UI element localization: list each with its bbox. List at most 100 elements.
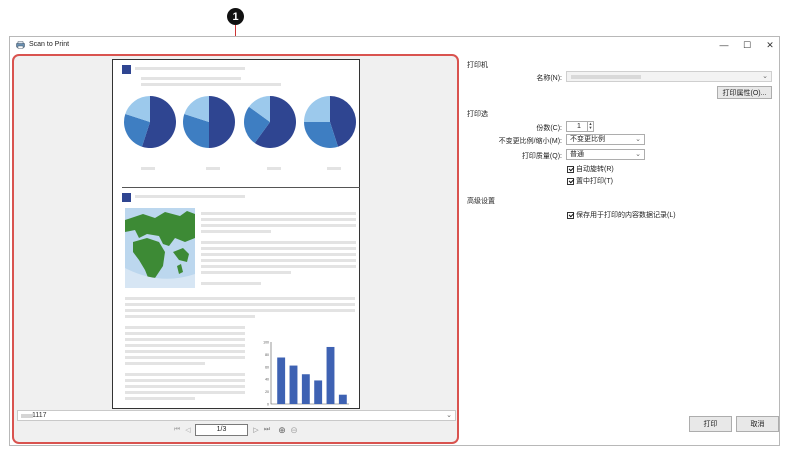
- window-title: Scan to Print: [29, 41, 70, 48]
- last-page-icon[interactable]: ⏭: [262, 425, 272, 435]
- blurred-text: [125, 332, 245, 335]
- blurred-text: [201, 218, 356, 221]
- chevron-down-icon: ⌄: [446, 412, 452, 419]
- bar: [289, 365, 298, 404]
- zoom-out-icon[interactable]: ⊖: [289, 425, 299, 435]
- blurred-text: [201, 230, 271, 233]
- first-page-icon[interactable]: ⏮: [172, 425, 182, 435]
- pie-slice: [209, 96, 235, 148]
- next-page-icon[interactable]: ▷: [251, 425, 261, 435]
- bar: [326, 346, 335, 404]
- checkbox-checked-icon: [567, 177, 574, 185]
- page-number-input[interactable]: 1/3: [195, 424, 248, 436]
- bar: [314, 380, 323, 404]
- pie-slice: [304, 96, 330, 122]
- print-preview-pane: 100 80 60 40 20 0 1117 ⌄ ⏮ ◁ 1/3 ▷ ⏭ ⊕ ⊖: [12, 54, 459, 444]
- y-tick-label: 0: [267, 403, 269, 407]
- save-data-label: 保存用于打印的内容数据记录(L): [576, 212, 676, 219]
- printer-name-label: 名称(N):: [536, 75, 562, 82]
- print-quality-select[interactable]: 普通 ⌄: [566, 149, 645, 160]
- print-quality-label: 打印质量(Q):: [521, 153, 562, 160]
- bar: [338, 394, 347, 404]
- print-options-section-label: 打印选: [467, 111, 488, 118]
- blurred-text: [201, 241, 356, 244]
- blurred-text: [125, 338, 245, 341]
- minimize-button[interactable]: —: [714, 38, 734, 52]
- checkbox-checked-icon: [567, 211, 574, 219]
- printer-name-select[interactable]: ⌄: [566, 71, 772, 82]
- scan-to-print-window: Scan to Print — ☐ ✕ 100 80 60 40 20 0 11…: [9, 36, 780, 446]
- y-tick-label: 60: [265, 365, 269, 369]
- pie-caption: [327, 167, 341, 170]
- save-data-checkbox[interactable]: 保存用于打印的内容数据记录(L): [567, 210, 676, 220]
- copies-value: 1: [577, 123, 581, 130]
- prev-page-icon[interactable]: ◁: [183, 425, 193, 435]
- blurred-heading: [135, 67, 245, 70]
- chevron-down-icon: ⌄: [635, 151, 641, 158]
- blurred-text: [125, 362, 205, 365]
- blurred-text: [125, 297, 355, 300]
- app-icon: [16, 41, 25, 49]
- blurred-heading: [135, 195, 245, 198]
- blurred-text: [201, 259, 356, 262]
- center-print-checkbox[interactable]: 置中打印(T): [567, 176, 613, 186]
- blurred-text: [201, 247, 356, 250]
- scale-select[interactable]: 不变更比例 ⌄: [566, 134, 645, 145]
- pie-caption: [206, 167, 220, 170]
- scale-label: 不变更比例/缩小(M):: [498, 138, 562, 145]
- advanced-section-label: 高级设置: [467, 198, 495, 205]
- blurred-text: [125, 385, 245, 388]
- center-print-label: 置中打印(T): [576, 178, 613, 185]
- blurred-text: [201, 271, 291, 274]
- y-tick-label: 40: [265, 378, 269, 382]
- cancel-button[interactable]: 取消: [736, 416, 779, 432]
- blurred-printer-name: [571, 75, 641, 79]
- print-properties-button[interactable]: 打印属性(O)...: [717, 86, 772, 99]
- blurred-text: [141, 83, 281, 86]
- blurred-text: [125, 379, 245, 382]
- world-map-image: [125, 208, 195, 288]
- spin-arrows-icon[interactable]: ▲ ▼: [587, 122, 593, 131]
- bar: [301, 374, 310, 404]
- file-select-value: 1117: [32, 412, 47, 419]
- chevron-down-icon: ⌄: [635, 136, 641, 143]
- blurred-text: [201, 265, 356, 268]
- pie-caption: [141, 167, 155, 170]
- auto-rotate-label: 自动旋转(R): [576, 166, 614, 173]
- blurred-text: [125, 350, 245, 353]
- title-bar: Scan to Print — ☐ ✕: [10, 37, 779, 53]
- blurred-text: [125, 315, 255, 318]
- maximize-button[interactable]: ☐: [737, 38, 757, 52]
- blurred-text: [125, 373, 245, 376]
- blurred-text: [125, 326, 245, 329]
- blurred-text: [201, 224, 356, 227]
- blurred-text: [141, 77, 241, 80]
- blurred-text: [125, 309, 355, 312]
- printer-section-label: 打印机: [467, 62, 488, 69]
- bar: [277, 357, 286, 404]
- print-button[interactable]: 打印: [689, 416, 732, 432]
- y-tick-label: 100: [263, 341, 269, 345]
- divider: [122, 187, 360, 188]
- y-tick-label: 80: [265, 353, 269, 357]
- chevron-down-icon: ⌄: [762, 73, 768, 80]
- print-quality-value: 普通: [570, 151, 584, 158]
- blurred-text: [125, 344, 245, 347]
- file-select[interactable]: 1117 ⌄: [17, 410, 456, 421]
- blurred-text: [201, 253, 356, 256]
- y-tick-label: 20: [265, 390, 269, 394]
- blurred-text: [125, 391, 245, 394]
- blurred-file-prefix: [21, 414, 33, 418]
- preview-page: 100 80 60 40 20 0: [112, 59, 360, 409]
- bar-chart: 100 80 60 40 20 0: [263, 341, 349, 407]
- scale-value: 不变更比例: [570, 136, 605, 143]
- print-settings-pane: 打印机 名称(N): ⌄ 打印属性(O)... 打印选 份数(C): 1 ▲ ▼ …: [460, 54, 779, 444]
- copies-stepper[interactable]: 1 ▲ ▼: [566, 121, 594, 132]
- blurred-text: [125, 356, 245, 359]
- auto-rotate-checkbox[interactable]: 自动旋转(R): [567, 164, 614, 174]
- blurred-text: [125, 303, 355, 306]
- close-button[interactable]: ✕: [760, 38, 780, 52]
- pie-caption: [267, 167, 281, 170]
- section-marker: [122, 65, 131, 74]
- zoom-in-icon[interactable]: ⊕: [277, 425, 287, 435]
